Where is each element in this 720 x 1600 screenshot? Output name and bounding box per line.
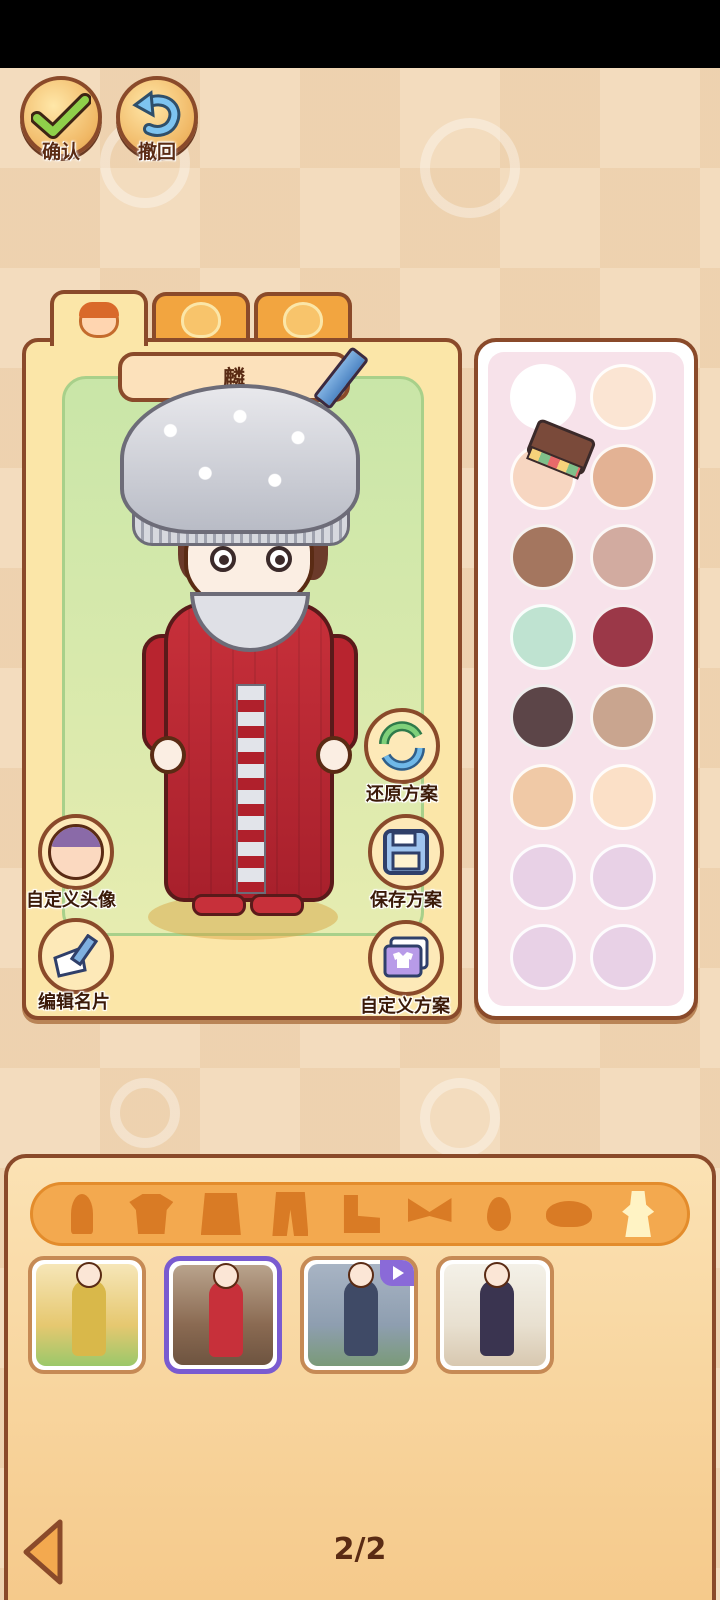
color-swatch[interactable] [510, 684, 576, 750]
back-arrow-icon[interactable] [20, 1518, 66, 1586]
mask-icon [545, 1201, 592, 1227]
sun-decoration [420, 1078, 500, 1158]
restore-scheme-label: 还原方案 [366, 784, 438, 805]
right-eye [266, 546, 292, 572]
play-triangle-icon [393, 1266, 404, 1280]
earring-icon [487, 1197, 512, 1231]
character-avatar [120, 384, 380, 944]
outfit-thumbnail-sunflower-outfit[interactable] [28, 1256, 146, 1374]
left-shoe [192, 894, 246, 916]
tab-pet-dog[interactable] [254, 292, 352, 344]
category-tab-outfit[interactable] [615, 1191, 661, 1237]
category-tab-dress[interactable] [198, 1191, 244, 1237]
outfit-figure-head [484, 1262, 510, 1288]
save-scheme-button[interactable] [368, 814, 444, 890]
save-scheme-label: 保存方案 [370, 890, 442, 911]
color-swatch[interactable] [510, 524, 576, 590]
color-swatch[interactable] [510, 764, 576, 830]
hair-icon [70, 1194, 93, 1234]
right-hand [316, 736, 352, 774]
category-tab-top[interactable] [128, 1191, 174, 1237]
outfit-figure-head [348, 1262, 374, 1288]
checkmark-icon [31, 93, 91, 139]
custom-avatar-button[interactable] [38, 814, 114, 890]
outfit-thumbnail-silver-crown-outfit[interactable] [300, 1256, 418, 1374]
coat-icon [200, 1193, 241, 1235]
video-play-icon [380, 1260, 414, 1286]
outfit-figure-head [76, 1262, 102, 1288]
outfit-icon [622, 1191, 655, 1237]
edit-card-label: 编辑名片 [38, 992, 110, 1013]
shoe-icon [343, 1195, 380, 1233]
dog-icon [283, 302, 323, 338]
category-tab-earring[interactable] [476, 1191, 522, 1237]
empty-swatch[interactable] [510, 924, 576, 990]
edit-card-button[interactable] [38, 918, 114, 994]
cat-icon [181, 302, 221, 338]
shirt-icon [129, 1194, 174, 1234]
undo-label: 撤回 [137, 141, 176, 163]
category-tab-mask[interactable] [545, 1191, 592, 1237]
left-eye [210, 546, 236, 572]
custom-scheme-label: 自定义方案 [360, 996, 450, 1017]
undo-button[interactable]: 撤回 [116, 76, 198, 163]
custom-avatar-label: 自定义头像 [26, 890, 116, 911]
color-swatch[interactable] [590, 684, 656, 750]
confirm-button[interactable]: 确认 [20, 76, 102, 163]
outfit-figure [72, 1262, 106, 1356]
color-swatch[interactable] [590, 764, 656, 830]
outfit-thumbnail-pirate-outfit[interactable] [436, 1256, 554, 1374]
color-swatch[interactable] [510, 604, 576, 670]
clothing-cards-icon [383, 936, 429, 978]
color-swatch[interactable] [590, 604, 656, 670]
silver-apron [236, 684, 266, 894]
color-swatch[interactable] [590, 524, 656, 590]
outfit-figure [480, 1262, 514, 1356]
color-swatch[interactable] [590, 364, 656, 430]
confirm-label: 确认 [41, 141, 80, 163]
category-tab-shoes[interactable] [337, 1191, 383, 1237]
restore-scheme-button[interactable] [364, 708, 440, 784]
outfit-figure [344, 1262, 378, 1356]
left-hand [150, 736, 186, 774]
sun-decoration [110, 1078, 180, 1148]
tab-character[interactable] [50, 290, 148, 346]
outfit-thumbnail-miao-silver-outfit[interactable] [164, 1256, 282, 1374]
category-tab-bow[interactable] [407, 1191, 453, 1237]
category-bar [30, 1182, 690, 1246]
outfit-figure-head [213, 1263, 239, 1289]
floppy-disk-icon [383, 829, 429, 875]
custom-scheme-button[interactable] [368, 920, 444, 996]
silver-headdress [120, 384, 360, 534]
empty-swatch[interactable] [590, 924, 656, 990]
pants-icon [272, 1192, 309, 1236]
category-tab-pants[interactable] [267, 1191, 313, 1237]
tab-pet-cat[interactable] [152, 292, 250, 344]
bow-icon [407, 1198, 452, 1222]
avatar [48, 824, 104, 880]
status-bar [0, 0, 720, 68]
sun-decoration [420, 118, 520, 218]
category-tab-hair[interactable] [59, 1191, 105, 1237]
face-icon [79, 302, 119, 338]
right-shoe [250, 894, 304, 916]
empty-swatch[interactable] [590, 844, 656, 910]
outfit-figure [209, 1263, 243, 1357]
color-swatch[interactable] [590, 444, 656, 510]
empty-swatch[interactable] [510, 844, 576, 910]
page-indicator: 2/2 [333, 1532, 387, 1567]
refresh-icon [379, 721, 425, 771]
edit-card-icon [53, 934, 99, 978]
